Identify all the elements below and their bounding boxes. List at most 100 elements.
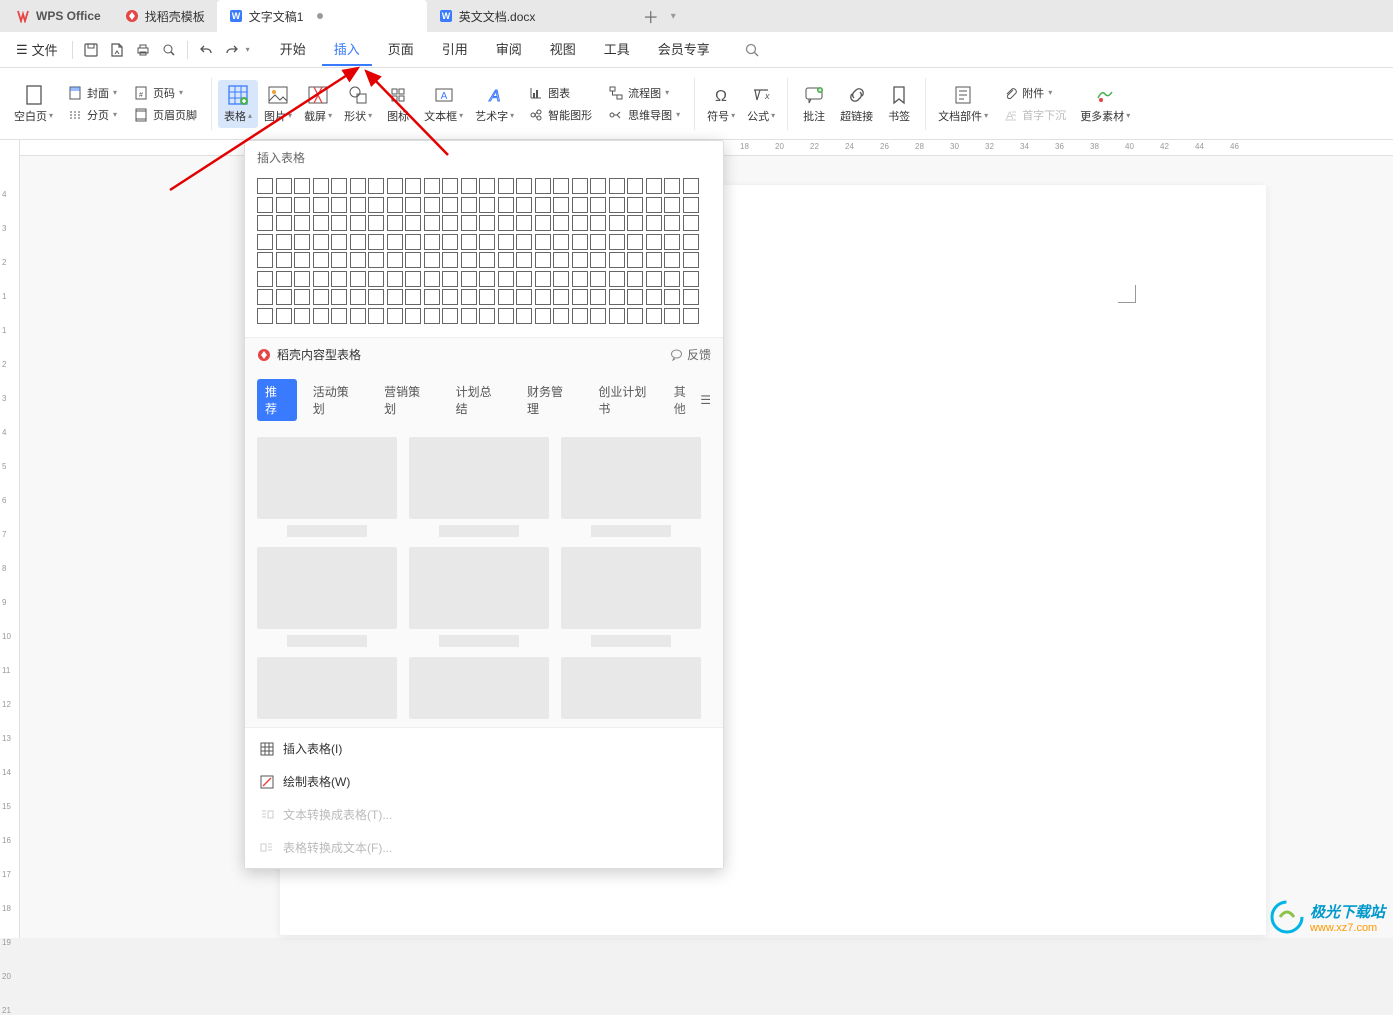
template-card[interactable]	[257, 657, 397, 719]
grid-cell[interactable]	[313, 252, 329, 268]
grid-cell[interactable]	[461, 271, 477, 287]
save-button[interactable]	[79, 38, 103, 62]
bookmark-button[interactable]: 书签	[879, 80, 919, 128]
grid-cell[interactable]	[257, 308, 273, 324]
app-brand-tab[interactable]: WPS Office	[4, 0, 113, 32]
grid-cell[interactable]	[350, 234, 366, 250]
blank-page-button[interactable]: 空白页▾	[8, 80, 59, 128]
grid-cell[interactable]	[424, 215, 440, 231]
grid-cell[interactable]	[461, 197, 477, 213]
grid-cell[interactable]	[609, 234, 625, 250]
grid-cell[interactable]	[572, 308, 588, 324]
grid-cell[interactable]	[683, 271, 699, 287]
doc-parts-button[interactable]: 文档部件▾	[932, 80, 994, 128]
tab-page[interactable]: 页面	[376, 33, 426, 66]
grid-cell[interactable]	[331, 252, 347, 268]
grid-cell[interactable]	[553, 271, 569, 287]
template-card[interactable]	[561, 657, 701, 719]
grid-cell[interactable]	[646, 308, 662, 324]
grid-cell[interactable]	[646, 252, 662, 268]
grid-cell[interactable]	[294, 252, 310, 268]
grid-cell[interactable]	[609, 197, 625, 213]
grid-cell[interactable]	[609, 271, 625, 287]
grid-cell[interactable]	[572, 289, 588, 305]
grid-cell[interactable]	[516, 289, 532, 305]
grid-cell[interactable]	[276, 234, 292, 250]
grid-cell[interactable]	[516, 197, 532, 213]
grid-cell[interactable]	[664, 289, 680, 305]
insert-table-action[interactable]: 插入表格(I)	[245, 732, 723, 765]
print-preview-button[interactable]	[157, 38, 181, 62]
redo-button[interactable]	[220, 38, 244, 62]
grid-cell[interactable]	[553, 308, 569, 324]
tab-insert[interactable]: 插入	[322, 33, 372, 66]
grid-cell[interactable]	[664, 178, 680, 194]
tab-member[interactable]: 会员专享	[646, 33, 722, 66]
grid-cell[interactable]	[424, 308, 440, 324]
grid-cell[interactable]	[442, 308, 458, 324]
grid-cell[interactable]	[350, 215, 366, 231]
grid-cell[interactable]	[424, 289, 440, 305]
grid-cell[interactable]	[424, 252, 440, 268]
grid-cell[interactable]	[424, 234, 440, 250]
attachment-button[interactable]: 附件▾	[998, 83, 1070, 103]
grid-cell[interactable]	[627, 178, 643, 194]
grid-cell[interactable]	[498, 271, 514, 287]
grid-cell[interactable]	[276, 178, 292, 194]
grid-cell[interactable]	[387, 252, 403, 268]
grid-cell[interactable]	[664, 197, 680, 213]
grid-cell[interactable]	[609, 178, 625, 194]
grid-cell[interactable]	[313, 234, 329, 250]
grid-cell[interactable]	[405, 234, 421, 250]
grid-cell[interactable]	[368, 252, 384, 268]
undo-button[interactable]	[194, 38, 218, 62]
dropcap-button[interactable]: A首字下沉	[998, 105, 1070, 125]
grid-cell[interactable]	[276, 252, 292, 268]
grid-cell[interactable]	[368, 289, 384, 305]
grid-cell[interactable]	[405, 308, 421, 324]
grid-cell[interactable]	[572, 234, 588, 250]
template-card[interactable]	[409, 437, 549, 537]
grid-cell[interactable]	[683, 197, 699, 213]
grid-cell[interactable]	[294, 289, 310, 305]
grid-cell[interactable]	[405, 271, 421, 287]
grid-cell[interactable]	[572, 252, 588, 268]
grid-cell[interactable]	[590, 308, 606, 324]
grid-cell[interactable]	[646, 289, 662, 305]
grid-cell[interactable]	[368, 178, 384, 194]
template-card[interactable]	[409, 547, 549, 647]
comment-button[interactable]: 批注	[794, 80, 834, 128]
grid-cell[interactable]	[664, 308, 680, 324]
grid-cell[interactable]	[442, 197, 458, 213]
grid-cell[interactable]	[313, 178, 329, 194]
grid-cell[interactable]	[683, 252, 699, 268]
grid-cell[interactable]	[498, 197, 514, 213]
grid-cell[interactable]	[590, 178, 606, 194]
template-tab[interactable]: 营销策划	[376, 379, 439, 421]
grid-cell[interactable]	[498, 234, 514, 250]
grid-cell[interactable]	[276, 289, 292, 305]
symbol-button[interactable]: Ω 符号▾	[701, 80, 741, 128]
feedback-link[interactable]: 反馈	[670, 346, 711, 363]
grid-cell[interactable]	[646, 178, 662, 194]
file-menu[interactable]: ☰ 文件	[8, 36, 66, 63]
grid-cell[interactable]	[479, 271, 495, 287]
grid-cell[interactable]	[368, 271, 384, 287]
grid-cell[interactable]	[313, 215, 329, 231]
template-tab[interactable]: 活动策划	[305, 379, 368, 421]
template-card[interactable]	[409, 657, 549, 719]
grid-cell[interactable]	[553, 234, 569, 250]
grid-cell[interactable]	[590, 215, 606, 231]
grid-cell[interactable]	[553, 215, 569, 231]
grid-cell[interactable]	[294, 197, 310, 213]
more-materials-button[interactable]: 更多素材▾	[1074, 80, 1136, 128]
grid-cell[interactable]	[627, 215, 643, 231]
grid-cell[interactable]	[461, 252, 477, 268]
add-tab-button[interactable]: ＋	[637, 2, 665, 30]
grid-cell[interactable]	[609, 252, 625, 268]
grid-cell[interactable]	[479, 289, 495, 305]
template-tab-other[interactable]: 其他☰	[674, 383, 711, 417]
grid-cell[interactable]	[664, 215, 680, 231]
grid-cell[interactable]	[553, 178, 569, 194]
tab-start[interactable]: 开始	[268, 33, 318, 66]
